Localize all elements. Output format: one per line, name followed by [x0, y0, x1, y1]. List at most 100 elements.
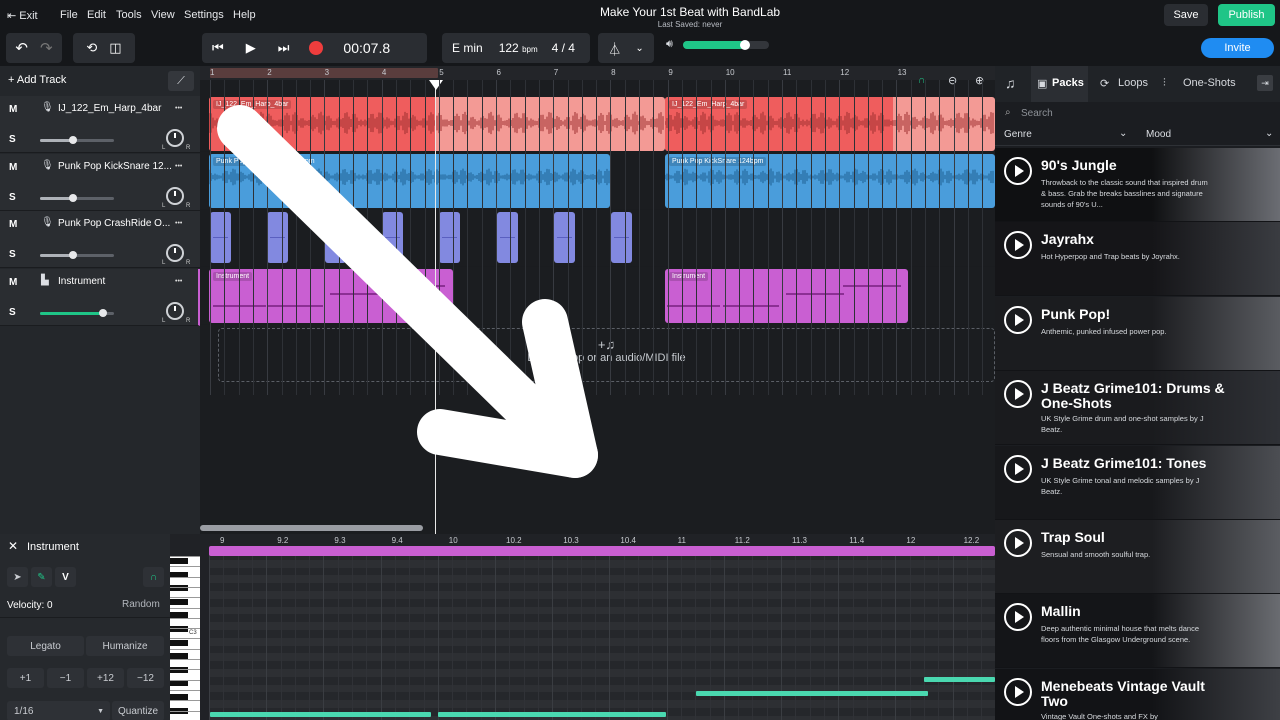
- pack-card[interactable]: Menebeats Vintage Vault Two Vintage Vault…: [995, 668, 1280, 720]
- audio-clip[interactable]: [210, 212, 231, 263]
- audio-clip[interactable]: IJ_122_Em_Harp_4bar: [665, 97, 995, 151]
- audio-clip[interactable]: [439, 212, 461, 263]
- mute-button[interactable]: M: [9, 104, 17, 115]
- track-volume-slider[interactable]: [40, 308, 114, 317]
- tab-loops[interactable]: Loops: [1118, 77, 1148, 89]
- skip-forward-icon[interactable]: ⏭: [278, 40, 290, 56]
- bpm-display[interactable]: 122 bpm: [499, 41, 538, 55]
- track-name[interactable]: Instrument: [58, 276, 173, 287]
- track-volume-knob[interactable]: [69, 136, 78, 144]
- black-key[interactable]: [170, 694, 188, 700]
- audio-clip[interactable]: [381, 212, 403, 263]
- play-pack-icon[interactable]: [1004, 305, 1032, 334]
- save-button[interactable]: Save: [1164, 4, 1208, 26]
- key-display[interactable]: E min: [452, 41, 483, 55]
- time-signature[interactable]: 4 / 4: [552, 41, 575, 55]
- project-title[interactable]: Make Your 1st Beat with BandLab: [0, 5, 1280, 19]
- pack-card[interactable]: Jayrahx Hot Hyperpop and Trap beats by Jo…: [995, 222, 1280, 297]
- mood-chevron-icon[interactable]: ⌄: [1265, 128, 1273, 139]
- chevron-down-icon[interactable]: ⌄: [635, 43, 643, 54]
- track-volume-knob[interactable]: [98, 308, 107, 317]
- play-pack-icon[interactable]: [1004, 603, 1032, 632]
- black-key[interactable]: [170, 680, 188, 687]
- play-pack-icon[interactable]: [1004, 677, 1032, 706]
- track-volume-slider[interactable]: [40, 136, 114, 144]
- track-header[interactable]: M S 🎙︎ IJ_122_Em_Harp_4bar ••• L R: [0, 96, 200, 153]
- tab-packs[interactable]: ▣ Packs: [1031, 66, 1088, 102]
- add-track-button[interactable]: + Add Track: [8, 74, 66, 86]
- midi-note[interactable]: [210, 712, 431, 717]
- loop-icon[interactable]: ⟲: [86, 40, 97, 56]
- solo-button[interactable]: S: [9, 134, 16, 145]
- play-pack-icon[interactable]: [1004, 380, 1032, 409]
- genre-chevron-icon[interactable]: ⌄: [1119, 128, 1127, 139]
- random-button[interactable]: Random: [122, 599, 160, 610]
- humanize-button[interactable]: Humanize: [86, 636, 164, 656]
- grid-select[interactable]: 1/16 ▼: [7, 701, 110, 720]
- redo-icon[interactable]: ↷: [40, 39, 53, 57]
- pan-knob[interactable]: [166, 129, 184, 147]
- track-volume-knob[interactable]: [69, 193, 78, 202]
- automation-icon[interactable]: ⟋: [168, 71, 194, 91]
- midi-note[interactable]: [924, 677, 995, 682]
- audio-clip[interactable]: [324, 212, 346, 263]
- solo-button[interactable]: S: [9, 249, 16, 260]
- play-pack-icon[interactable]: [1004, 231, 1032, 260]
- transpose-down-12-button[interactable]: −12: [127, 668, 164, 688]
- play-pack-icon[interactable]: [1004, 529, 1032, 557]
- track-volume-slider[interactable]: [40, 251, 114, 259]
- horizontal-scrollbar[interactable]: [200, 525, 423, 531]
- midi-note[interactable]: [696, 691, 928, 696]
- velocity-tool[interactable]: V: [55, 567, 76, 587]
- play-pack-icon[interactable]: [1004, 157, 1032, 185]
- track-name[interactable]: IJ_122_Em_Harp_4bar: [58, 103, 173, 114]
- transpose-down-1-button[interactable]: −1: [47, 668, 84, 688]
- black-key[interactable]: [170, 558, 188, 564]
- invite-button[interactable]: Invite: [1201, 38, 1274, 58]
- skip-back-icon[interactable]: ⏮: [212, 40, 224, 56]
- note-grid[interactable]: [209, 552, 995, 720]
- play-icon[interactable]: ▶: [246, 40, 256, 56]
- black-key[interactable]: [170, 639, 188, 646]
- track-lane[interactable]: [200, 210, 995, 267]
- midi-clip[interactable]: Instrument: [209, 269, 453, 323]
- quantize-button[interactable]: Quantize: [112, 701, 164, 720]
- pack-card[interactable]: 90's Jungle Throwback to the classic soun…: [995, 148, 1280, 222]
- record-icon[interactable]: [309, 41, 324, 55]
- play-pack-icon[interactable]: [1004, 454, 1032, 483]
- solo-button[interactable]: S: [9, 192, 16, 203]
- split-icon[interactable]: ◫: [109, 40, 121, 56]
- track-header[interactable]: M S 🎙︎ Punk Pop KickSnare 12... ••• L R: [0, 153, 200, 211]
- track-volume-slider[interactable]: [40, 193, 114, 202]
- legato-button[interactable]: Legato: [7, 636, 84, 656]
- mood-filter[interactable]: Mood: [1146, 129, 1171, 140]
- track-name[interactable]: Punk Pop CrashRide O...: [58, 218, 173, 229]
- master-volume-slider[interactable]: [683, 40, 769, 50]
- undo-icon[interactable]: ↶: [15, 39, 28, 57]
- playhead[interactable]: [435, 80, 436, 534]
- pack-card[interactable]: J Beatz Grime101: Drums & One-Shots UK St…: [995, 371, 1280, 446]
- midi-clip[interactable]: Instrument: [665, 269, 908, 323]
- black-key[interactable]: [170, 598, 188, 605]
- playhead-marker[interactable]: [429, 80, 443, 90]
- music-note-icon[interactable]: ♫: [1005, 75, 1016, 91]
- transpose-up-12-button[interactable]: +12: [87, 668, 124, 688]
- track-options-icon[interactable]: •••: [175, 220, 182, 227]
- pack-card[interactable]: Punk Pop! Anthemic, punked infused power …: [995, 296, 1280, 371]
- pan-knob[interactable]: [166, 186, 184, 205]
- midi-note[interactable]: [438, 712, 666, 717]
- mute-button[interactable]: M: [9, 219, 17, 230]
- genre-filter[interactable]: Genre: [1004, 129, 1032, 140]
- publish-button[interactable]: Publish: [1218, 4, 1275, 26]
- track-header[interactable]: M S ▙ Instrument ••• L R: [0, 268, 200, 326]
- pack-card[interactable]: Mallin Deep authentic minimal house that …: [995, 594, 1280, 669]
- audio-clip[interactable]: [267, 212, 289, 263]
- track-header[interactable]: M S 🎙︎ Punk Pop CrashRide O... ••• L R: [0, 211, 200, 268]
- headphones-icon[interactable]: ∩: [143, 567, 164, 587]
- audio-clip[interactable]: [553, 212, 575, 263]
- pack-card[interactable]: Trap Soul Sensual and smooth soulful trap…: [995, 520, 1280, 594]
- pan-knob[interactable]: [166, 301, 184, 320]
- pan-knob[interactable]: [166, 244, 184, 262]
- pointer-tool-icon[interactable]: ➤: [7, 567, 28, 587]
- drop-zone[interactable]: +♫ Drop a loop or an audio/MIDI file: [218, 328, 995, 382]
